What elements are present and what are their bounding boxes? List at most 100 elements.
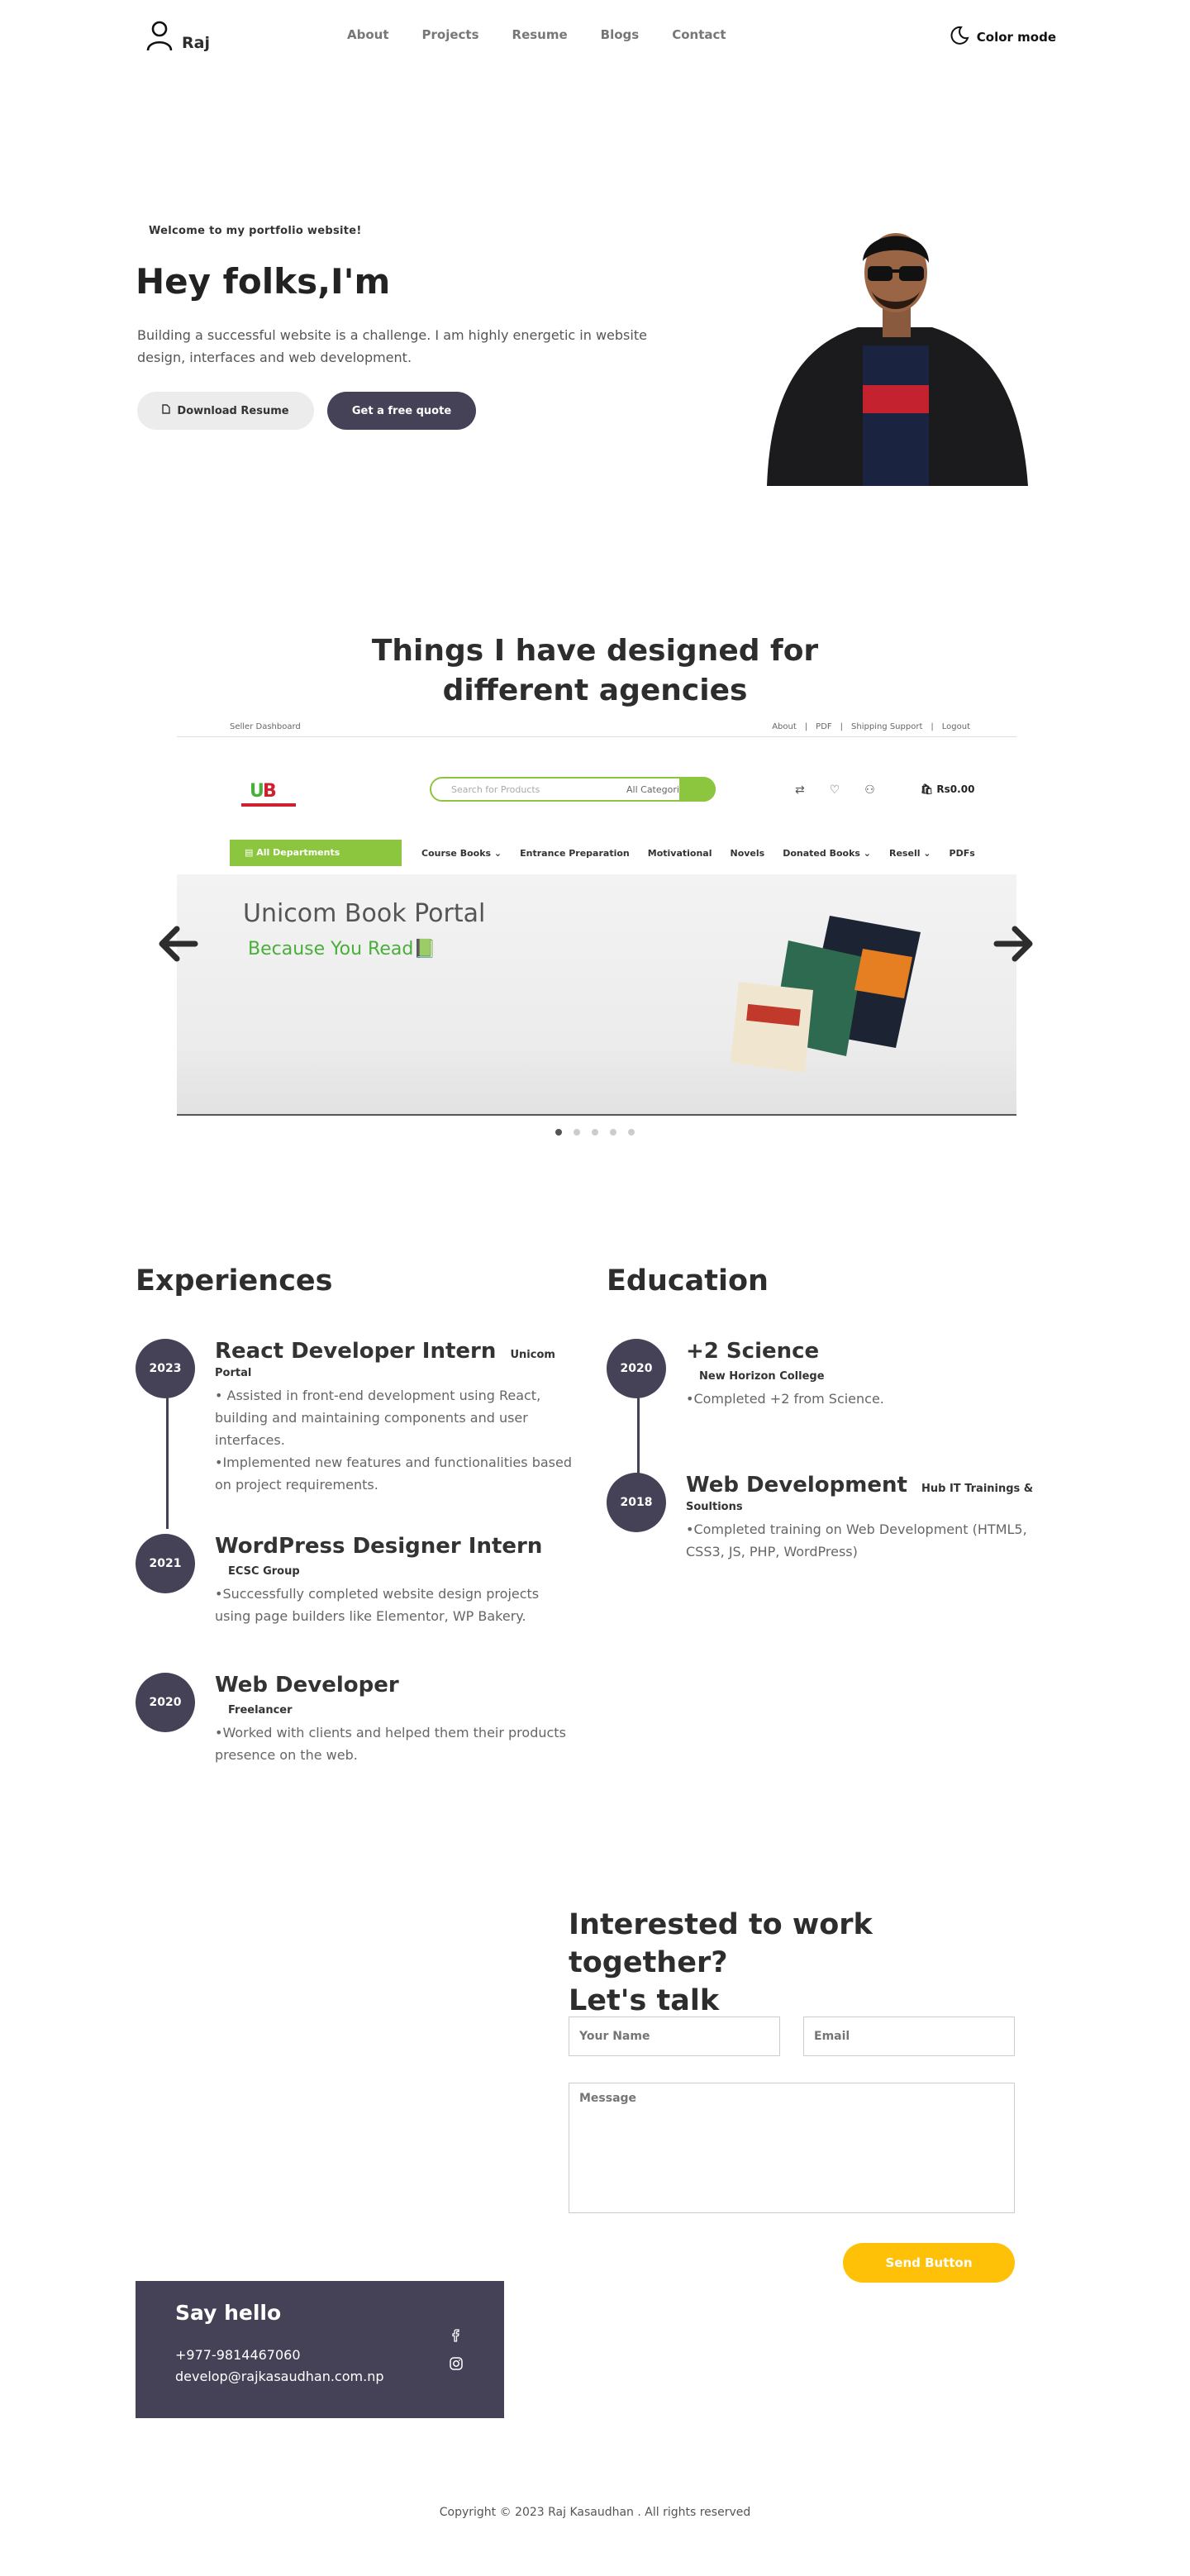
education-desc: •Completed +2 from Science. bbox=[686, 1391, 884, 1407]
instagram-icon[interactable] bbox=[448, 2355, 464, 2372]
screenshot-menu-item: Motivational bbox=[647, 848, 712, 859]
education-title: +2 Science bbox=[686, 1339, 820, 1364]
footer-copyright: Copyright © 2023 Raj Kasaudhan . All rig… bbox=[439, 2506, 751, 2519]
refresh-icon: ⇄ bbox=[795, 783, 805, 797]
seller-dashboard-link: Seller Dashboard bbox=[230, 722, 301, 731]
cart-total: Rs0.00 bbox=[936, 783, 975, 795]
topbar-link: About bbox=[772, 722, 797, 731]
arrow-left-icon bbox=[159, 926, 198, 962]
hero-title: Hey folks,I'm bbox=[136, 261, 391, 302]
screenshot-icons: ⇄ ♡ ⚇ bbox=[795, 783, 875, 797]
screenshot-search: Search for Products All Categories bbox=[430, 777, 716, 802]
experience-desc: •Successfully completed website design p… bbox=[215, 1586, 540, 1624]
carousel-prev-button[interactable] bbox=[154, 919, 203, 969]
experience-item: React Developer Intern Unicom Portal • A… bbox=[215, 1339, 578, 1496]
facebook-icon[interactable] bbox=[448, 2327, 464, 2344]
screenshot-search-placeholder: Search for Products bbox=[451, 784, 540, 795]
contact-title: Interested to work together? Let's talk bbox=[569, 1906, 1031, 2020]
screenshot-banner: Unicom Book Portal Because You Read📗 bbox=[177, 874, 1016, 1116]
arrow-right-icon bbox=[993, 926, 1033, 962]
projects-title: Things I have designed for different age… bbox=[371, 634, 819, 707]
brand[interactable]: Raj bbox=[145, 20, 210, 55]
get-quote-button[interactable]: Get a free quote bbox=[327, 392, 476, 430]
nav-link-about[interactable]: About bbox=[347, 27, 389, 42]
screenshot-cart: 🛍 Rs0.00 bbox=[921, 783, 974, 795]
hero-description: Building a successful website is a chall… bbox=[137, 327, 647, 365]
screenshot-departments: ▤ All Departments bbox=[230, 840, 402, 866]
message-field[interactable] bbox=[569, 2083, 1015, 2213]
heart-icon: ♡ bbox=[829, 783, 840, 797]
carousel-dot[interactable] bbox=[574, 1129, 580, 1136]
menu-icon: ▤ bbox=[245, 847, 257, 858]
say-hello-card: Say hello +977-9814467060 develop@rajkas… bbox=[136, 2281, 504, 2418]
file-icon bbox=[162, 404, 171, 417]
name-field[interactable] bbox=[569, 2017, 780, 2056]
carousel-next-button[interactable] bbox=[988, 919, 1038, 969]
email-address: develop@rajkasaudhan.com.np bbox=[175, 2369, 384, 2384]
experience-title: WordPress Designer Intern bbox=[215, 1534, 543, 1559]
education-desc: •Completed training on Web Development (… bbox=[686, 1521, 1027, 1559]
screenshot-menu-item: Course Books ⌄ bbox=[421, 848, 502, 859]
nav-link-projects[interactable]: Projects bbox=[422, 27, 479, 42]
color-mode-toggle[interactable]: Color mode bbox=[949, 25, 1056, 50]
carousel-dot[interactable] bbox=[592, 1129, 598, 1136]
year-badge: 2021 bbox=[136, 1534, 195, 1593]
carousel-dot[interactable] bbox=[628, 1129, 635, 1136]
nav-links: About Projects Resume Blogs Contact bbox=[347, 27, 726, 42]
screenshot-menu-item: Novels bbox=[730, 848, 765, 859]
cart-icon: 🛍 bbox=[921, 783, 934, 795]
experience-desc: •Worked with clients and helped them the… bbox=[215, 1725, 566, 1763]
experience-item: Web Developer Freelancer •Worked with cl… bbox=[215, 1673, 578, 1766]
brand-name: Raj bbox=[182, 34, 210, 52]
experiences-title: Experiences bbox=[136, 1264, 333, 1298]
year-badge: 2018 bbox=[607, 1473, 666, 1532]
experience-desc: • Assisted in front-end development usin… bbox=[215, 1388, 541, 1448]
contact-title-line2: Let's talk bbox=[569, 1984, 720, 2017]
experience-desc: •Implemented new features and functional… bbox=[215, 1455, 572, 1493]
user-icon: ⚇ bbox=[864, 783, 875, 797]
user-icon bbox=[145, 20, 174, 55]
banner-subtitle: Because You Read📗 bbox=[248, 939, 436, 959]
color-mode-label: Color mode bbox=[976, 30, 1056, 45]
screenshot-menu-item: PDFs bbox=[949, 848, 975, 859]
nav-link-blogs[interactable]: Blogs bbox=[601, 27, 640, 42]
education-title: Education bbox=[607, 1264, 769, 1298]
topbar-link: Shipping Support bbox=[851, 722, 923, 731]
screenshot-menu-item: Entrance Preparation bbox=[520, 848, 630, 859]
unicom-logo: U B bbox=[241, 781, 296, 807]
experience-title: React Developer Intern bbox=[215, 1339, 497, 1364]
education-org: New Horizon College bbox=[699, 1370, 825, 1383]
experience-title: Web Developer bbox=[215, 1673, 399, 1697]
books-image bbox=[731, 916, 921, 1073]
year-badge: 2020 bbox=[607, 1339, 666, 1398]
screenshot-menu-item: Resell ⌄ bbox=[889, 848, 931, 859]
say-hello-title: Say hello bbox=[175, 2301, 282, 2325]
nav-link-contact[interactable]: Contact bbox=[672, 27, 726, 42]
timeline-line bbox=[166, 1397, 169, 1529]
download-resume-label: Download Resume bbox=[177, 404, 289, 417]
contact-title-line1: Interested to work together? bbox=[569, 1908, 873, 1979]
screenshot-menu: Course Books ⌄ Entrance Preparation Moti… bbox=[421, 848, 975, 859]
profile-photo bbox=[759, 221, 1031, 486]
navbar: Raj About Projects Resume Blogs Contact … bbox=[0, 0, 1190, 71]
education-title: Web Development bbox=[686, 1473, 907, 1498]
carousel-dot[interactable] bbox=[555, 1129, 562, 1136]
nav-link-resume[interactable]: Resume bbox=[512, 27, 568, 42]
experience-item: WordPress Designer Intern ECSC Group •Su… bbox=[215, 1534, 578, 1627]
experience-org: ECSC Group bbox=[228, 1565, 300, 1578]
moon-icon bbox=[949, 25, 970, 50]
email-field[interactable] bbox=[803, 2017, 1015, 2056]
carousel-dot[interactable] bbox=[610, 1129, 616, 1136]
screenshot-menu-item: Donated Books ⌄ bbox=[783, 848, 871, 859]
send-button[interactable]: Send Button bbox=[843, 2243, 1015, 2283]
timeline-line bbox=[637, 1397, 640, 1479]
banner-title: Unicom Book Portal bbox=[243, 899, 486, 928]
project-carousel[interactable]: Seller Dashboard About | PDF | Shipping Su… bbox=[177, 717, 1016, 1116]
education-item: +2 Science New Horizon College •Complete… bbox=[686, 1339, 1050, 1410]
education-item: Web Development Hub IT Trainings & Soult… bbox=[686, 1473, 1050, 1563]
screenshot-topbar: Seller Dashboard About | PDF | Shipping Su… bbox=[177, 717, 1016, 737]
search-icon bbox=[679, 777, 716, 802]
topbar-link: PDF bbox=[816, 722, 832, 731]
phone-number: +977-9814467060 bbox=[175, 2347, 301, 2363]
download-resume-button[interactable]: Download Resume bbox=[137, 392, 314, 430]
